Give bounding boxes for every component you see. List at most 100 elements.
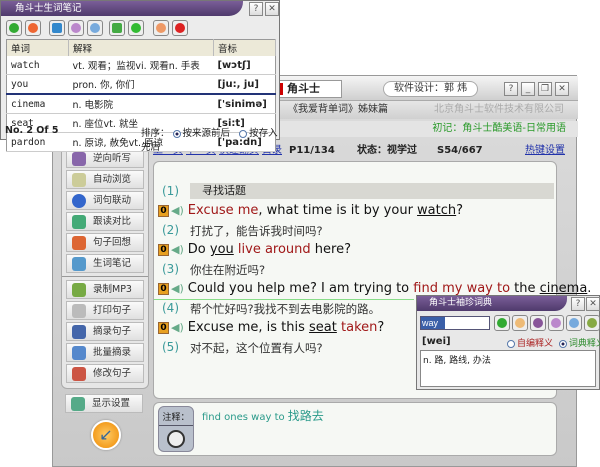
sentence-text: Do <box>187 242 210 257</box>
phonetic-cell: [wɔtʃ] <box>213 56 276 75</box>
dict-open-icon[interactable] <box>512 315 528 331</box>
count-badge: 0 <box>158 321 169 334</box>
sort-by-time-radio[interactable] <box>239 129 248 138</box>
count-badge: 0 <box>158 243 169 256</box>
column-meaning[interactable]: 解释 <box>68 39 214 56</box>
import-icon[interactable] <box>49 20 65 36</box>
page-number: P11/134 <box>289 145 335 156</box>
sidebar-item-follow-read[interactable]: 跟读对比 <box>66 212 144 231</box>
topic-title: 寻找话题 <box>190 183 554 199</box>
delete-item-icon[interactable] <box>153 20 169 36</box>
current-line <box>154 299 414 300</box>
sidebar-item-auto-browse[interactable]: 自动浏览 <box>66 170 144 189</box>
speaker-icon[interactable]: ◀) <box>171 243 184 256</box>
notes-icon <box>72 257 86 271</box>
dict-save-icon[interactable] <box>530 315 546 331</box>
dict-edit-icon[interactable] <box>548 315 564 331</box>
keyword[interactable]: cinema <box>540 281 588 296</box>
keyword: Excuse me <box>187 203 259 218</box>
dict-search-input[interactable] <box>420 316 490 330</box>
vocab-help-button[interactable]: ? <box>249 2 263 16</box>
help-button[interactable]: ? <box>504 82 518 96</box>
vocab-close-button[interactable]: ✕ <box>265 2 279 16</box>
dict-close-button[interactable]: ✕ <box>586 297 600 311</box>
keyword[interactable]: watch <box>417 203 456 218</box>
notes-dock: 注释： <box>158 406 194 452</box>
batch-icon <box>72 346 86 360</box>
table-row[interactable]: cinema n. 电影院 ['sinimə] <box>6 94 276 114</box>
edit-note-icon[interactable] <box>167 430 185 448</box>
vocab-title: 角斗士生词笔记 <box>1 1 243 16</box>
word-cell: you <box>6 74 69 95</box>
dict-phonetic: [wei] <box>422 336 451 347</box>
sidebar-item-record-mp3[interactable]: 录制MP3 <box>66 280 144 299</box>
column-word[interactable]: 单词 <box>6 39 69 56</box>
sidebar-item-edit[interactable]: 修改句子 <box>66 364 144 383</box>
sentence-english: 0 ◀) Excuse me, what time is it by your wa… <box>158 203 463 218</box>
dict-definition: n. 路, 路线, 办法 <box>420 350 596 387</box>
speak-icon[interactable] <box>6 20 22 36</box>
back-arrow-icon[interactable]: ↙ <box>91 420 121 450</box>
delete-all-icon[interactable] <box>172 20 188 36</box>
sentence-translation: 帮个忙好吗?我找不到去电影院的路。 <box>190 302 381 316</box>
definition-source: 自编释义 词典释义 <box>507 336 600 349</box>
play-icon[interactable] <box>25 20 41 36</box>
entry-number: (2) <box>162 223 179 237</box>
table-row[interactable]: watch vt. 观看；监视vi. 观看n. 手表 [wɔtʃ] <box>6 56 276 75</box>
phonetic-cell: [ju:, ju] <box>213 74 276 95</box>
record-icon <box>72 283 86 297</box>
study-status: 状态：视学过 <box>357 145 417 156</box>
sidebar-item-excerpt[interactable]: 摘录句子 <box>66 322 144 341</box>
column-phonetic[interactable]: 音标 <box>213 39 277 56</box>
vocab-position: No. 2 Of 5 <box>5 125 59 136</box>
table-header: 单词 解释 音标 <box>6 39 277 56</box>
sidebar-item-recall[interactable]: 句子回想 <box>66 233 144 252</box>
meaning-cell: vt. 观看；监视vi. 观看n. 手表 <box>68 56 214 75</box>
display-settings-button[interactable]: 显示设置 <box>65 394 143 413</box>
sidebar-item-print[interactable]: 打印句子 <box>66 301 144 320</box>
edit-icon[interactable] <box>68 20 84 36</box>
sentence-translation: 打扰了，能告诉我时间吗? <box>190 224 323 238</box>
close-button[interactable]: ✕ <box>555 82 569 96</box>
main-titlebar: 角斗士 软件设计：郭 炜 ? _ ❐ ✕ <box>268 76 578 101</box>
app-logo: 角斗士 <box>272 80 342 98</box>
refresh-icon[interactable] <box>128 20 144 36</box>
dict-help-button[interactable]: ? <box>571 297 585 311</box>
minimize-button[interactable]: _ <box>521 82 535 96</box>
hotkey-settings-link[interactable]: 热键设置 <box>525 144 565 158</box>
pocket-dictionary-window: 角斗士袖珍词典 ? ✕ [wei] 自编释义 词典释义 n. 路, 路线, 办法 <box>416 295 600 390</box>
link-icon <box>72 194 86 208</box>
sentence-text: , what time is it by your <box>258 203 418 218</box>
sort-controls: 排序： 按来源前后 按存入先后 <box>141 128 278 153</box>
keyword[interactable]: seat <box>309 320 337 335</box>
speaker-icon[interactable]: ◀) <box>171 321 184 334</box>
meaning-cell: n. 电影院 <box>68 94 214 114</box>
entry-number: (1) <box>162 184 179 198</box>
notes-label: 注释： <box>159 410 193 426</box>
word-cell: cinema <box>6 94 69 114</box>
sentence-number: S54/667 <box>437 145 483 156</box>
lookup-icon[interactable] <box>87 20 103 36</box>
dictation-icon <box>72 152 86 166</box>
sidebar-item-vocab-notes[interactable]: 生词笔记 <box>66 254 144 273</box>
dict-speak-icon[interactable] <box>494 315 510 331</box>
table-row[interactable]: you pron. 你, 你们 [ju:, ju] <box>6 74 276 95</box>
word-icon[interactable] <box>109 20 125 36</box>
speaker-icon[interactable]: ◀) <box>171 282 184 295</box>
sidebar-item-link[interactable]: 词句联动 <box>66 191 144 210</box>
dict-lookup-icon[interactable] <box>566 315 582 331</box>
restore-button[interactable]: ❐ <box>538 82 552 96</box>
notes-panel: 注释： find ones way to 找路去 <box>153 402 557 456</box>
sentence-english: 0 ◀) Could you help me? I am trying to fin… <box>158 281 591 296</box>
dictionary-definition-radio[interactable] <box>558 339 567 348</box>
dict-settings-icon[interactable] <box>584 315 600 331</box>
keyword: find my way to <box>413 281 511 296</box>
sort-by-source-radio[interactable] <box>172 129 181 138</box>
custom-definition-radio[interactable] <box>507 339 515 348</box>
sentence-text: Excuse me, is this <box>187 320 310 335</box>
sidebar-item-batch-excerpt[interactable]: 批量摘录 <box>66 343 144 362</box>
entry-number: (3) <box>162 262 179 276</box>
sentence-text: ? <box>377 320 385 335</box>
keyword[interactable]: you <box>210 242 234 257</box>
speaker-icon[interactable]: ◀) <box>171 204 184 217</box>
